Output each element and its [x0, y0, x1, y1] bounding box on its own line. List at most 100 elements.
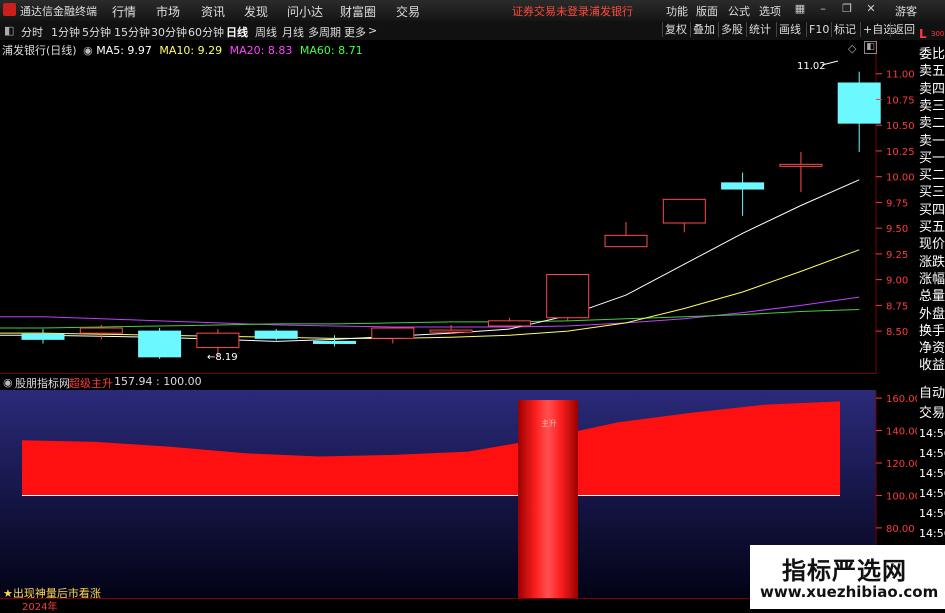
- restore-rights-button[interactable]: 复权: [662, 22, 689, 37]
- draw-line-button[interactable]: 画线: [776, 22, 803, 37]
- candle[interactable]: [546, 273, 590, 321]
- statistics-button[interactable]: 统计: [746, 22, 773, 37]
- indicator-tick-label: 140.00: [886, 427, 917, 438]
- tab-1min[interactable]: 1分钟: [51, 24, 80, 40]
- candlestick-chart[interactable]: 11.00 10.75 10.50 10.25 10.00 9.75 9.50 9.25 9.0…: [0, 40, 917, 374]
- price-tick-label: 11.00: [886, 70, 915, 81]
- quote-label: 涨幅: [919, 271, 945, 287]
- collapse-icon[interactable]: ◧: [864, 41, 877, 54]
- tab-daily[interactable]: 日线: [226, 24, 248, 40]
- time-axis: 2024年: [0, 598, 750, 613]
- chart-icon[interactable]: ▦: [793, 2, 807, 16]
- tab-multi-period[interactable]: 多周期: [308, 24, 341, 40]
- candle-body: [371, 327, 415, 339]
- candle-body: [837, 82, 881, 124]
- ma10-label: MA10: 9.29: [159, 44, 223, 57]
- quote-label: 卖三: [919, 98, 945, 114]
- candle-body: [604, 234, 648, 248]
- more-chevron-icon[interactable]: >: [368, 24, 377, 37]
- menu-market[interactable]: 行情: [112, 3, 136, 20]
- price-tick-label: 8.50: [886, 327, 908, 338]
- candle[interactable]: [138, 328, 182, 359]
- candle-body: [79, 327, 123, 334]
- trade-time-label: 交易: [919, 406, 945, 421]
- candle-body: [21, 333, 65, 340]
- tab-more[interactable]: 更多: [344, 24, 366, 40]
- app-logo-icon: [3, 3, 16, 16]
- panel-corner-sub: 300: [931, 30, 945, 38]
- ma20-label: MA20: 8.83: [229, 44, 293, 57]
- overlay-button[interactable]: 叠加: [690, 22, 717, 37]
- indicator-settings-icon[interactable]: ◉: [3, 376, 13, 389]
- sidebar-toggle-icon[interactable]: ◧: [4, 24, 14, 37]
- quote-panel: L 300 委比 卖五 卖四 卖三 卖二 卖一 买一 买二 买三 买四 买五 现价 涨跌 涨幅 总量 外盘 换手…: [917, 27, 945, 609]
- menu-discover[interactable]: 发现: [244, 3, 268, 20]
- tab-intraday[interactable]: 分时: [21, 24, 43, 40]
- trade-time-label: 14:56: [919, 447, 945, 460]
- quote-label: 卖二: [919, 116, 945, 132]
- indicator-values: 157.94 : 100.00: [114, 375, 202, 388]
- minimize-icon[interactable]: –: [816, 2, 830, 16]
- panel-corner-label: L: [919, 27, 927, 41]
- menu-function[interactable]: 功能: [666, 3, 688, 19]
- menu-fortune[interactable]: 财富圈: [340, 3, 376, 20]
- candle-body: [721, 182, 765, 190]
- menu-formula[interactable]: 公式: [728, 3, 750, 19]
- quote-label: 净资: [919, 341, 945, 357]
- indicator-label: 超级主升: [69, 377, 113, 390]
- menu-options[interactable]: 选项: [759, 3, 781, 19]
- tab-15min[interactable]: 15分钟: [114, 24, 150, 40]
- quote-label: 买五: [919, 220, 945, 235]
- quote-label: 买二: [919, 168, 945, 184]
- user-label[interactable]: 游客: [895, 3, 917, 19]
- candle-body: [662, 198, 706, 224]
- trade-time-label: 14:56: [919, 487, 945, 500]
- menu-market2[interactable]: 市场: [156, 3, 180, 20]
- price-tick-label: 9.00: [886, 276, 908, 287]
- multi-stock-button[interactable]: 多股: [718, 22, 745, 37]
- period-toolbar: ◧ 分时 1分钟 5分钟 15分钟 30分钟 60分钟 日线 周线 月线 多周期…: [0, 21, 945, 41]
- indicator-tick-label: 120.00: [886, 459, 917, 470]
- tab-30min[interactable]: 30分钟: [151, 24, 187, 40]
- price-tick-label: 9.25: [886, 250, 908, 261]
- indicator-header: ◉ 股朋指标网 超级主升 157.94 : 100.00: [0, 373, 877, 390]
- quote-label: 买四: [919, 202, 945, 218]
- quote-label: 买一: [919, 150, 945, 166]
- candle-body: [779, 163, 823, 167]
- trade-time-label: 14:56: [919, 527, 945, 540]
- tab-5min[interactable]: 5分钟: [82, 24, 111, 40]
- menu-layout[interactable]: 版面: [696, 3, 718, 19]
- candle-body: [429, 329, 473, 333]
- indicator-tick-label: 160.00: [886, 394, 917, 405]
- price-tick-label: 10.50: [886, 121, 915, 132]
- mark-button[interactable]: 标记: [831, 22, 858, 37]
- indicator-tick-label: 100.00: [886, 491, 917, 502]
- login-alert[interactable]: 证券交易未登录: [512, 3, 589, 19]
- menu-ask[interactable]: 问小达: [287, 3, 323, 20]
- settings-circle-icon[interactable]: ◉: [83, 44, 93, 57]
- ma60-label: MA60: 8.71: [299, 44, 363, 57]
- candle-body: [313, 340, 356, 344]
- tab-60min[interactable]: 60分钟: [188, 24, 224, 40]
- diamond-icon[interactable]: ◇: [848, 42, 856, 55]
- back-button[interactable]: 返回: [890, 22, 917, 37]
- restore-icon[interactable]: ❐: [840, 2, 854, 16]
- candle-body: [138, 330, 182, 358]
- price-tick-label: 10.75: [886, 95, 915, 106]
- tab-monthly[interactable]: 月线: [282, 24, 304, 40]
- tab-weekly[interactable]: 周线: [255, 24, 277, 40]
- menu-news[interactable]: 资讯: [201, 3, 225, 20]
- price-tick-label: 8.75: [886, 301, 908, 312]
- quote-label: 卖四: [919, 81, 945, 97]
- candle[interactable]: [254, 329, 298, 341]
- menu-trade[interactable]: 交易: [396, 3, 420, 20]
- candle-body: [487, 320, 531, 327]
- trade-time-label: 14:56: [919, 427, 945, 440]
- candle-body: [254, 330, 298, 339]
- quote-label: 现价: [919, 237, 945, 253]
- quote-label: 总量: [919, 289, 945, 305]
- f10-button[interactable]: F10: [806, 22, 831, 37]
- close-icon[interactable]: ✕: [864, 2, 878, 16]
- chart-title: 浦发银行(日线): [2, 44, 77, 57]
- trade-time-label: 14:56: [919, 467, 945, 480]
